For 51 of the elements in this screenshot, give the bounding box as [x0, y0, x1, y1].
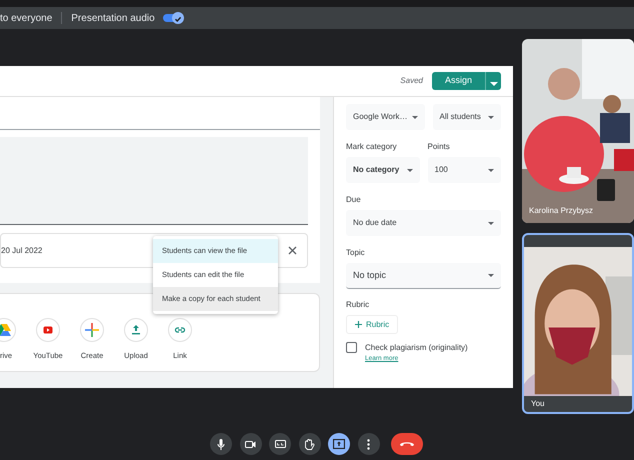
- caret-icon: [488, 116, 494, 118]
- share-audience-label: to everyone: [0, 12, 52, 26]
- field-label: Mark category: [346, 141, 398, 153]
- plus-icon: [80, 318, 104, 342]
- youtube-play-icon: [36, 318, 60, 342]
- phone-icon: [400, 442, 414, 446]
- select-field[interactable]: No topic: [346, 263, 501, 289]
- caret-icon: [488, 222, 494, 224]
- link-icon: [168, 318, 192, 342]
- field-label: Due: [346, 194, 362, 206]
- assign-options-button[interactable]: [485, 72, 501, 90]
- assign-button[interactable]: Assign: [432, 72, 485, 90]
- participant-name: You: [530, 398, 546, 410]
- captions-icon: [274, 440, 286, 448]
- caret-icon: [488, 168, 494, 172]
- add-rubric-button[interactable]: Rubric: [346, 315, 398, 334]
- present-screen-icon: [333, 439, 345, 449]
- caret-icon: [490, 82, 498, 86]
- select-field[interactable]: No due date: [346, 210, 501, 236]
- field-label: Rubric: [346, 299, 370, 311]
- field-label: Points: [428, 141, 451, 153]
- saved-status: Saved: [400, 75, 423, 87]
- more-button[interactable]: [358, 433, 380, 455]
- caret-icon: [412, 116, 418, 118]
- leave-call-button[interactable]: [391, 433, 423, 455]
- select-field[interactable]: No category: [346, 157, 420, 183]
- instructions-field[interactable]: [0, 137, 308, 225]
- present-button[interactable]: [328, 433, 350, 455]
- microphone-icon: [217, 438, 225, 450]
- close-icon[interactable]: [288, 246, 297, 255]
- participant-name: Karolina Przybysz: [529, 205, 594, 217]
- attachment-date: 20 Jul 2022: [1, 244, 42, 256]
- plus-icon: [355, 321, 362, 328]
- checkbox-label: Check plagiarism (originality): [365, 342, 468, 354]
- select-field[interactable]: All students: [432, 104, 501, 130]
- camera-icon: [245, 440, 256, 448]
- caret-icon: [488, 274, 494, 277]
- hand-button[interactable]: [298, 433, 320, 455]
- hand-icon: [304, 438, 314, 450]
- camera-button[interactable]: [240, 433, 262, 455]
- checkbox[interactable]: [346, 342, 357, 353]
- select-field[interactable]: 100: [428, 157, 501, 183]
- select-field[interactable]: Google Work…: [346, 104, 425, 130]
- presentation-audio-label: Presentation audio: [71, 12, 155, 26]
- caret-icon: [406, 168, 412, 172]
- audio-toggle[interactable]: [162, 12, 184, 24]
- more-icon: [367, 438, 370, 450]
- field-label: Topic: [346, 247, 366, 259]
- upload-icon: [124, 318, 148, 342]
- captions-button[interactable]: [269, 433, 291, 455]
- mic-button[interactable]: [210, 433, 232, 455]
